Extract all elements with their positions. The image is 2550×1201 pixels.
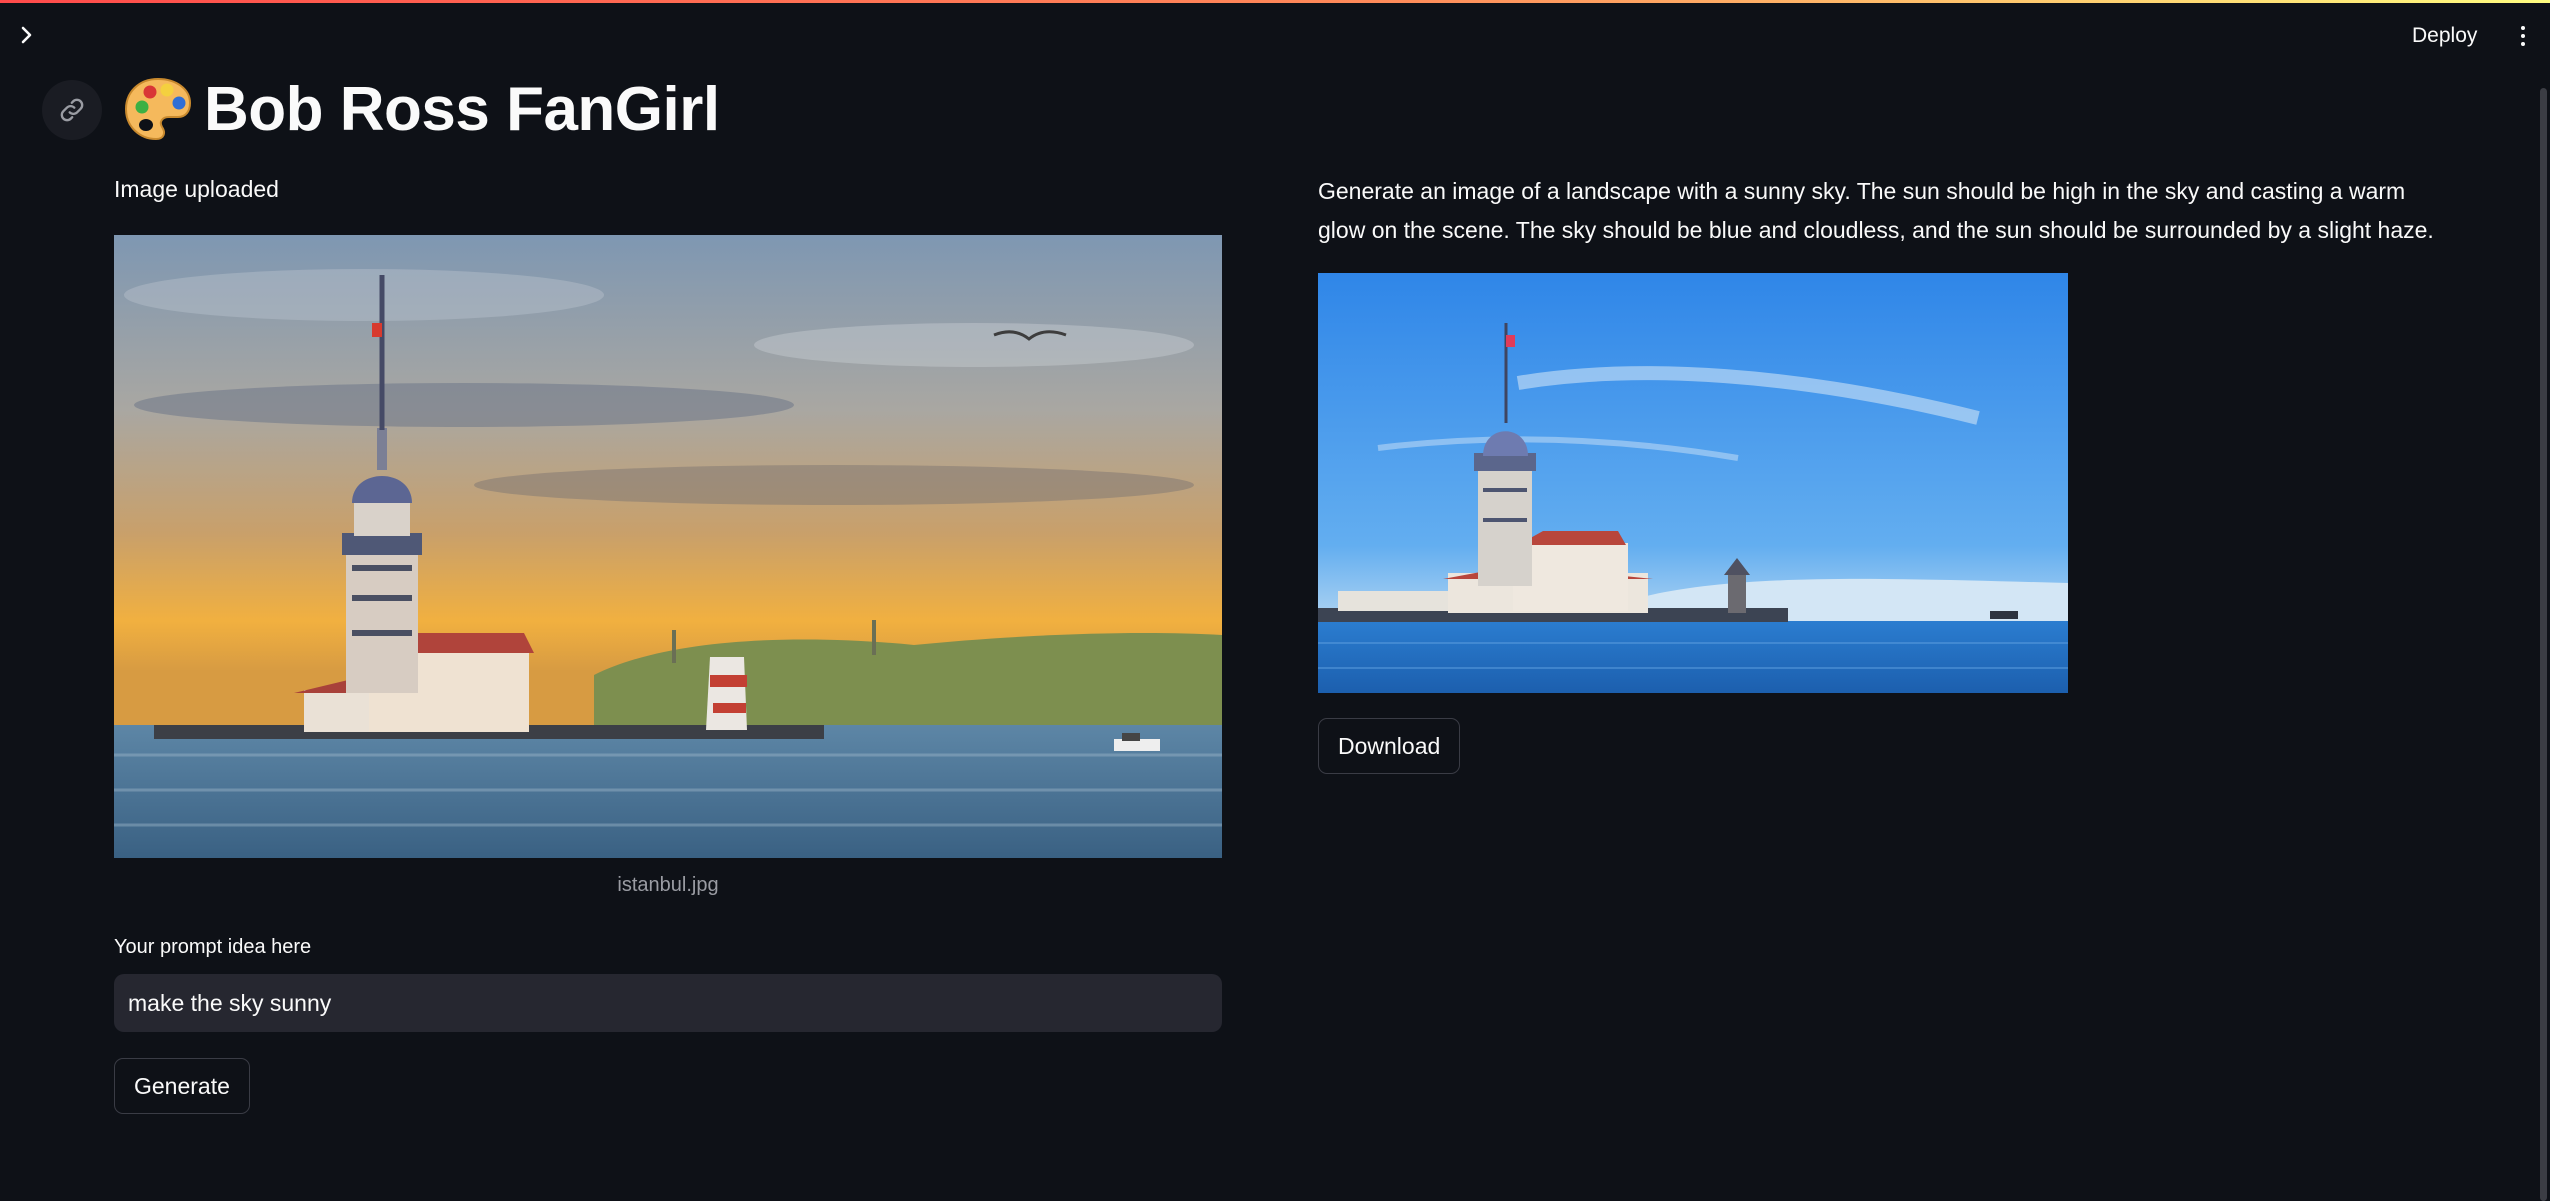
top-decoration-bar [0, 0, 2550, 3]
page-title: Bob Ross FanGirl [122, 64, 720, 154]
upload-status-text: Image uploaded [114, 176, 279, 202]
page-title-text: Bob Ross FanGirl [204, 74, 720, 144]
chevron-right-icon [21, 26, 32, 44]
generated-prompt-text: Generate an image of a landscape with a … [1318, 178, 2434, 243]
title-anchor-link[interactable] [42, 80, 102, 140]
image-caption: istanbul.jpg [617, 874, 719, 896]
main-menu-button[interactable] [2510, 20, 2536, 52]
prompt-input[interactable] [114, 974, 1222, 1032]
link-icon [60, 98, 84, 122]
download-button[interactable]: Download [1318, 718, 1461, 774]
prompt-field-label: Your prompt idea here [114, 936, 312, 958]
generate-button[interactable]: Generate [114, 1058, 250, 1114]
sidebar-toggle-button[interactable] [14, 22, 40, 48]
kebab-menu-icon [2521, 26, 2525, 30]
deploy-button[interactable]: Deploy [2400, 18, 2489, 54]
uploaded-image [114, 235, 1222, 858]
artist-palette-icon [124, 77, 192, 141]
page-scrollbar[interactable] [2540, 88, 2547, 1201]
generated-image [1318, 273, 2068, 693]
